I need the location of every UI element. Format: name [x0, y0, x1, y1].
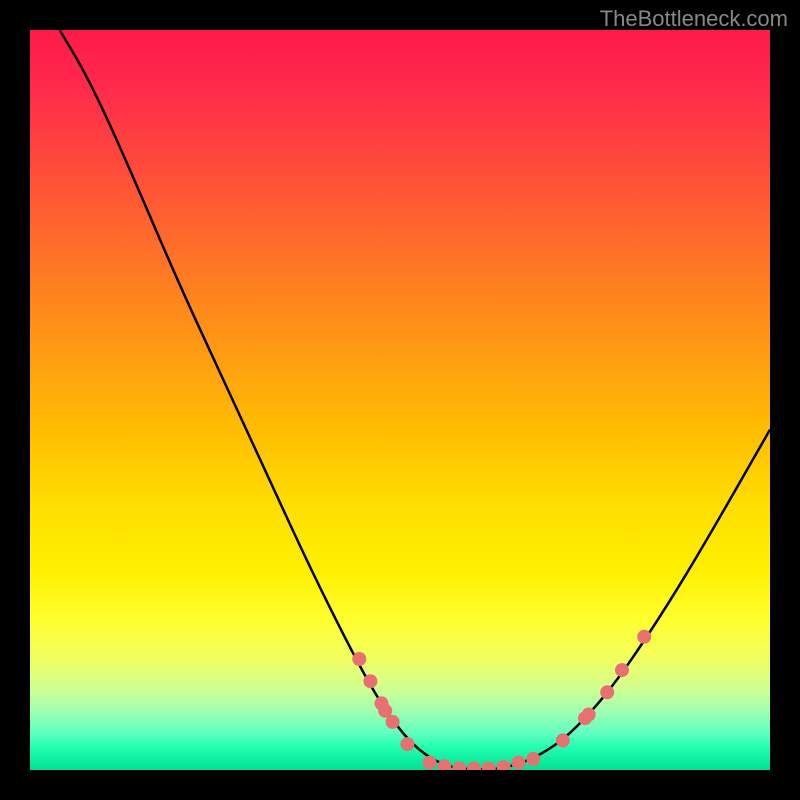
data-point	[556, 733, 570, 747]
bottleneck-curve	[60, 30, 770, 769]
data-point	[600, 685, 614, 699]
attribution-text: TheBottleneck.com	[600, 6, 788, 32]
data-point	[437, 759, 451, 770]
chart-svg	[30, 30, 770, 770]
data-point	[423, 756, 437, 770]
data-point	[363, 674, 377, 688]
data-point	[400, 737, 414, 751]
data-point	[526, 752, 540, 766]
data-point	[637, 630, 651, 644]
data-point	[352, 652, 366, 666]
data-point	[582, 708, 596, 722]
data-point	[452, 762, 466, 771]
data-point	[497, 760, 511, 770]
data-point	[511, 756, 525, 770]
plot-area	[30, 30, 770, 770]
data-point	[386, 715, 400, 729]
data-markers	[352, 630, 651, 770]
data-point	[615, 663, 629, 677]
data-point	[467, 762, 481, 771]
data-point	[482, 762, 496, 771]
